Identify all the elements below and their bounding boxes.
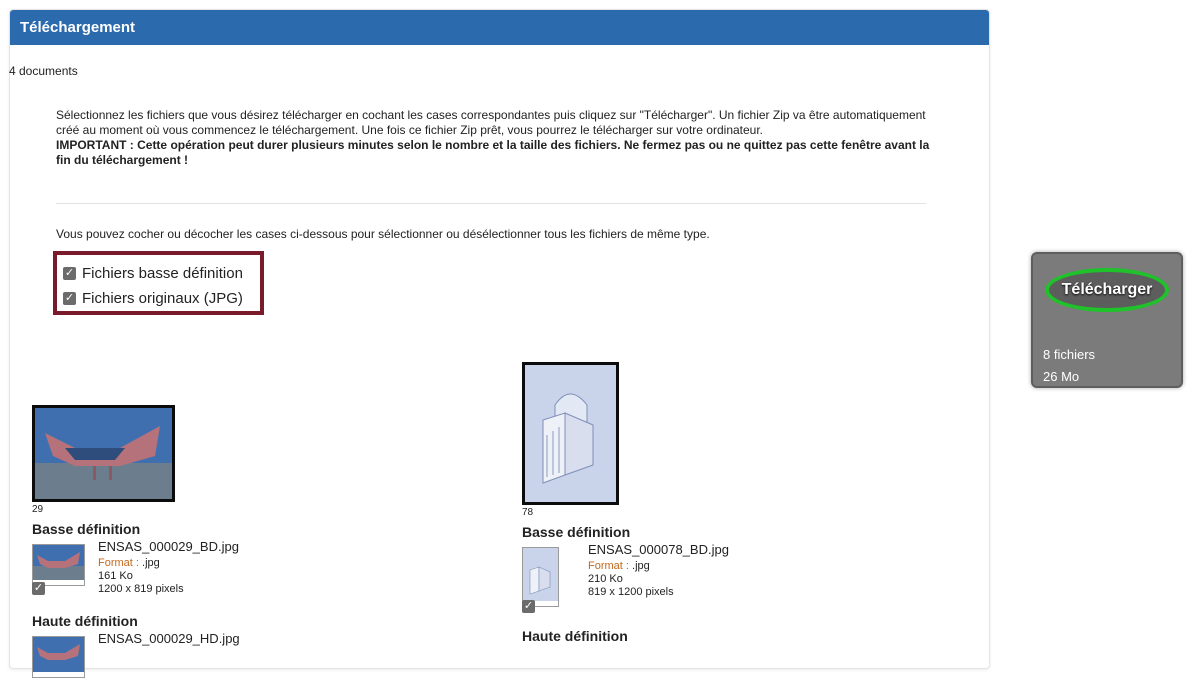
- checkbox-checked-icon[interactable]: ✓: [522, 600, 535, 613]
- building-photo-image: [33, 545, 84, 580]
- file-thumbnail[interactable]: [32, 636, 85, 678]
- file-dimensions: 819 x 1200 pixels: [588, 586, 674, 598]
- download-summary-box: Télécharger 8 fichiers 26 Mo: [1031, 252, 1183, 388]
- file-details: Format : .jpg 161 Ko 1200 x 819 pixels: [98, 557, 184, 596]
- file-name: ENSAS_000029_HD.jpg: [98, 631, 240, 646]
- high-definition-title: Haute définition: [522, 628, 628, 644]
- file-name: ENSAS_000078_BD.jpg: [588, 542, 729, 557]
- high-definition-title: Haute définition: [32, 613, 138, 629]
- file-entry: ✓ ENSAS_000029_BD.jpg Format : .jpg 161 …: [32, 539, 332, 605]
- file-count: 8 fichiers: [1043, 347, 1096, 362]
- checkbox-checked-icon[interactable]: ✓: [63, 267, 76, 280]
- toggle-low-definition[interactable]: ✓ Fichiers basse définition: [63, 261, 260, 286]
- file-size: 161 Ko: [98, 570, 133, 582]
- file-name: ENSAS_000029_BD.jpg: [98, 539, 239, 554]
- toggle-hint: Vous pouvez cocher ou décocher les cases…: [56, 227, 710, 241]
- document-item: 29 Basse définition ✓ ENSAS_000029_BD.jp…: [32, 405, 332, 697]
- toggle-label: Fichiers originaux (JPG): [82, 290, 243, 307]
- file-details: Format : .jpg 210 Ko 819 x 1200 pixels: [588, 560, 674, 599]
- architectural-drawing-image: [525, 365, 616, 502]
- file-thumbnail[interactable]: [32, 544, 85, 586]
- file-format: .jpg: [632, 560, 650, 572]
- building-photo-image: [33, 637, 84, 672]
- intro-text: Sélectionnez les fichiers que vous désir…: [56, 108, 936, 168]
- download-button[interactable]: Télécharger: [1045, 268, 1169, 312]
- low-definition-title: Basse définition: [32, 521, 141, 537]
- document-number: 78: [522, 507, 534, 518]
- file-type-toggles: ✓ Fichiers basse définition ✓ Fichiers o…: [53, 251, 264, 315]
- document-thumbnail[interactable]: [522, 362, 619, 505]
- low-definition-title: Basse définition: [522, 524, 631, 540]
- toggle-label: Fichiers basse définition: [82, 265, 243, 282]
- building-photo-image: [35, 408, 172, 499]
- file-dimensions: 1200 x 819 pixels: [98, 583, 184, 595]
- format-label: Format :: [98, 557, 139, 569]
- document-count: 4 documents: [9, 64, 78, 78]
- divider: [56, 203, 926, 204]
- document-number: 29: [32, 504, 44, 515]
- total-size: 26 Mo: [1043, 369, 1080, 384]
- checkbox-checked-icon[interactable]: ✓: [63, 292, 76, 305]
- document-item: 78 Basse définition ✓ ENSAS_000078_BD.jp…: [522, 362, 822, 644]
- file-entry: ✓ ENSAS_000078_BD.jpg Format : .jpg 210 …: [522, 542, 822, 620]
- architectural-drawing-image: [523, 548, 558, 601]
- download-summary: 8 fichiers 26 Mo: [1043, 344, 1095, 388]
- file-format: .jpg: [142, 557, 160, 569]
- panel-title: Téléchargement: [10, 10, 989, 45]
- toggle-originals-jpg[interactable]: ✓ Fichiers originaux (JPG): [63, 286, 260, 311]
- checkbox-checked-icon[interactable]: ✓: [32, 582, 45, 595]
- file-size: 210 Ko: [588, 573, 623, 585]
- document-thumbnail[interactable]: [32, 405, 175, 502]
- intro-paragraph: Sélectionnez les fichiers que vous désir…: [56, 108, 926, 137]
- file-entry: ENSAS_000029_HD.jpg: [32, 631, 332, 697]
- important-note: IMPORTANT : Cette opération peut durer p…: [56, 138, 930, 167]
- format-label: Format :: [588, 560, 629, 572]
- file-thumbnail[interactable]: [522, 547, 559, 607]
